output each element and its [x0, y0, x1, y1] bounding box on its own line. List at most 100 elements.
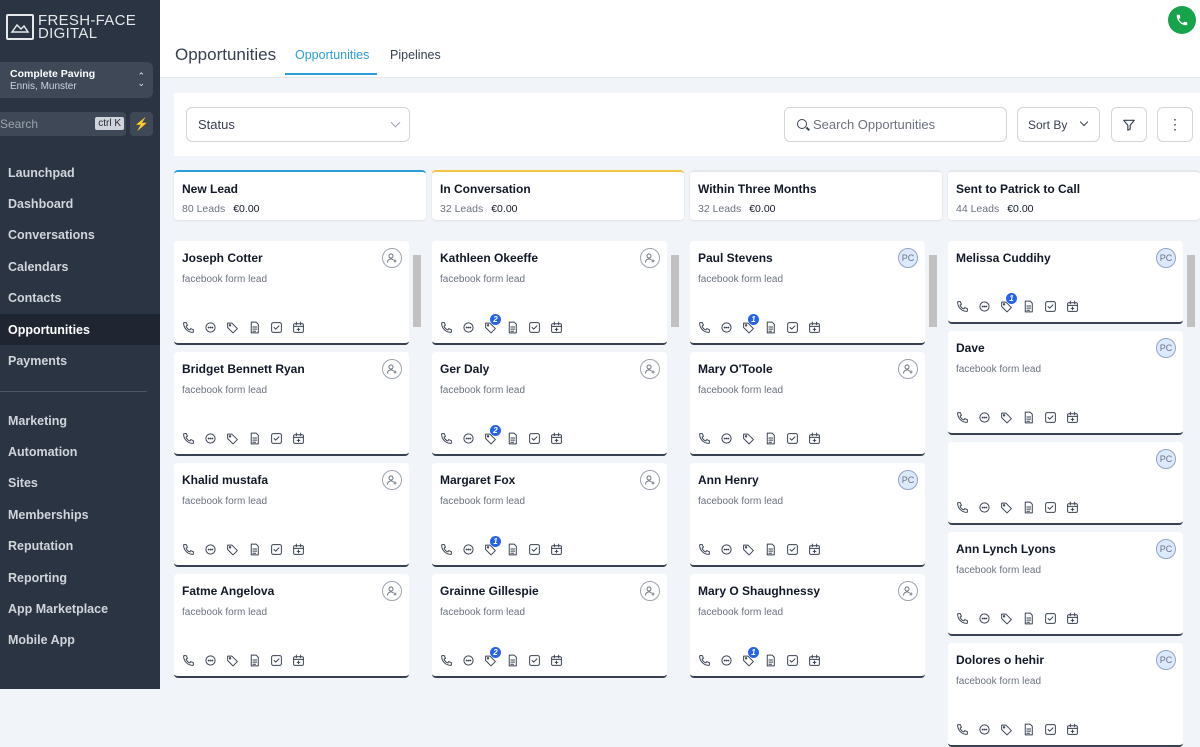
- account-switcher[interactable]: Complete Paving Ennis, Munster ⌃ ⌄: [0, 62, 153, 98]
- owner-avatar[interactable]: PC: [1156, 539, 1176, 559]
- opportunity-card[interactable]: Paul Stevens facebook form lead PC 1: [690, 241, 925, 345]
- tag-icon[interactable]: [226, 654, 239, 667]
- lead-name[interactable]: Melissa Cuddihy: [956, 251, 1175, 265]
- task-icon[interactable]: [786, 432, 799, 445]
- opportunity-card[interactable]: Kathleen Okeeffe facebook form lead 2: [432, 241, 667, 345]
- task-icon[interactable]: [1044, 723, 1057, 736]
- tag-icon[interactable]: 2: [484, 314, 501, 334]
- tag-icon[interactable]: [226, 321, 239, 334]
- chat-icon[interactable]: [978, 411, 991, 424]
- task-icon[interactable]: [528, 321, 541, 334]
- opportunity-card[interactable]: Bridget Bennett Ryan facebook form lead: [174, 352, 409, 456]
- task-icon[interactable]: [1044, 612, 1057, 625]
- sort-by-button[interactable]: Sort By: [1017, 107, 1100, 142]
- calendar-icon[interactable]: [808, 543, 821, 556]
- opportunity-card[interactable]: Ger Daly facebook form lead 2: [432, 352, 667, 456]
- sidebar-item-memberships[interactable]: Memberships: [0, 499, 160, 530]
- calendar-icon[interactable]: [550, 654, 563, 667]
- task-icon[interactable]: [1044, 300, 1057, 313]
- assign-user-icon[interactable]: [382, 581, 402, 601]
- chat-icon[interactable]: [978, 612, 991, 625]
- lead-name[interactable]: Margaret Fox: [440, 473, 659, 487]
- phone-icon[interactable]: [182, 321, 195, 334]
- calendar-icon[interactable]: [292, 654, 305, 667]
- sidebar-item-marketing[interactable]: Marketing: [0, 405, 160, 436]
- phone-icon[interactable]: [698, 543, 711, 556]
- scrollbar-thumb[interactable]: [671, 255, 679, 327]
- scrollbar-thumb[interactable]: [1187, 255, 1195, 327]
- sidebar-item-mobile-app[interactable]: Mobile App: [0, 625, 160, 656]
- tag-icon[interactable]: [1000, 612, 1013, 625]
- opportunity-card[interactable]: Margaret Fox facebook form lead 1: [432, 463, 667, 567]
- task-icon[interactable]: [270, 654, 283, 667]
- calendar-icon[interactable]: [808, 654, 821, 667]
- more-options-button[interactable]: ⋮: [1157, 107, 1193, 142]
- sidebar-search[interactable]: Search ctrl K: [0, 112, 126, 136]
- calendar-icon[interactable]: [1066, 501, 1079, 514]
- calendar-icon[interactable]: [1066, 300, 1079, 313]
- opportunity-card[interactable]: Melissa Cuddihy PC 1: [948, 241, 1183, 324]
- lead-name[interactable]: Paul Stevens: [698, 251, 917, 265]
- phone-icon[interactable]: [182, 654, 195, 667]
- task-icon[interactable]: [270, 432, 283, 445]
- sidebar-item-reporting[interactable]: Reporting: [0, 562, 160, 593]
- lead-name[interactable]: Bridget Bennett Ryan: [182, 362, 401, 376]
- opportunity-card[interactable]: Khalid mustafa facebook form lead: [174, 463, 409, 567]
- tag-icon[interactable]: [1000, 723, 1013, 736]
- lead-name[interactable]: Mary O'Toole: [698, 362, 917, 376]
- task-icon[interactable]: [786, 321, 799, 334]
- sidebar-item-dashboard[interactable]: Dashboard: [0, 188, 160, 219]
- lightning-icon[interactable]: ⚡: [130, 112, 153, 136]
- tag-icon[interactable]: 2: [484, 425, 501, 445]
- tag-icon[interactable]: [742, 432, 755, 445]
- note-icon[interactable]: [506, 543, 519, 556]
- owner-avatar[interactable]: PC: [898, 248, 918, 268]
- opportunity-card[interactable]: Ann Henry facebook form lead PC: [690, 463, 925, 567]
- sidebar-item-reputation[interactable]: Reputation: [0, 531, 160, 562]
- note-icon[interactable]: [248, 432, 261, 445]
- chat-icon[interactable]: [720, 432, 733, 445]
- task-icon[interactable]: [1044, 501, 1057, 514]
- task-icon[interactable]: [786, 543, 799, 556]
- phone-icon[interactable]: [440, 432, 453, 445]
- note-icon[interactable]: [1022, 612, 1035, 625]
- phone-icon[interactable]: [1168, 6, 1196, 34]
- assign-user-icon[interactable]: [382, 359, 402, 379]
- tag-icon[interactable]: [226, 432, 239, 445]
- note-icon[interactable]: [764, 321, 777, 334]
- column-scrollbar[interactable]: [928, 241, 938, 689]
- opportunity-card[interactable]: Grainne Gillespie facebook form lead 2: [432, 574, 667, 678]
- note-icon[interactable]: [764, 654, 777, 667]
- chat-icon[interactable]: [978, 723, 991, 736]
- opportunity-card[interactable]: Mary O Shaughnessy facebook form lead 1: [690, 574, 925, 678]
- lead-name[interactable]: Ann Henry: [698, 473, 917, 487]
- phone-icon[interactable]: [182, 432, 195, 445]
- chat-icon[interactable]: [462, 543, 475, 556]
- sidebar-item-sites[interactable]: Sites: [0, 468, 160, 499]
- note-icon[interactable]: [764, 543, 777, 556]
- calendar-icon[interactable]: [1066, 411, 1079, 424]
- assign-user-icon[interactable]: [640, 581, 660, 601]
- phone-icon[interactable]: [956, 300, 969, 313]
- lead-name[interactable]: Dave: [956, 341, 1175, 355]
- scrollbar-thumb[interactable]: [929, 255, 937, 327]
- lead-name[interactable]: Khalid mustafa: [182, 473, 401, 487]
- calendar-icon[interactable]: [1066, 723, 1079, 736]
- owner-avatar[interactable]: PC: [1156, 248, 1176, 268]
- calendar-icon[interactable]: [1066, 612, 1079, 625]
- assign-user-icon[interactable]: [640, 359, 660, 379]
- phone-icon[interactable]: [698, 432, 711, 445]
- tag-icon[interactable]: [226, 543, 239, 556]
- calendar-icon[interactable]: [550, 543, 563, 556]
- tab-opportunities[interactable]: Opportunities: [295, 48, 369, 62]
- column-scrollbar[interactable]: [412, 241, 422, 689]
- note-icon[interactable]: [506, 321, 519, 334]
- column-scrollbar[interactable]: [670, 241, 680, 689]
- assign-user-icon[interactable]: [382, 470, 402, 490]
- lead-name[interactable]: Grainne Gillespie: [440, 584, 659, 598]
- calendar-icon[interactable]: [808, 321, 821, 334]
- opportunity-card[interactable]: Joseph Cotter facebook form lead: [174, 241, 409, 345]
- owner-avatar[interactable]: PC: [898, 470, 918, 490]
- tag-icon[interactable]: [1000, 411, 1013, 424]
- calendar-icon[interactable]: [292, 543, 305, 556]
